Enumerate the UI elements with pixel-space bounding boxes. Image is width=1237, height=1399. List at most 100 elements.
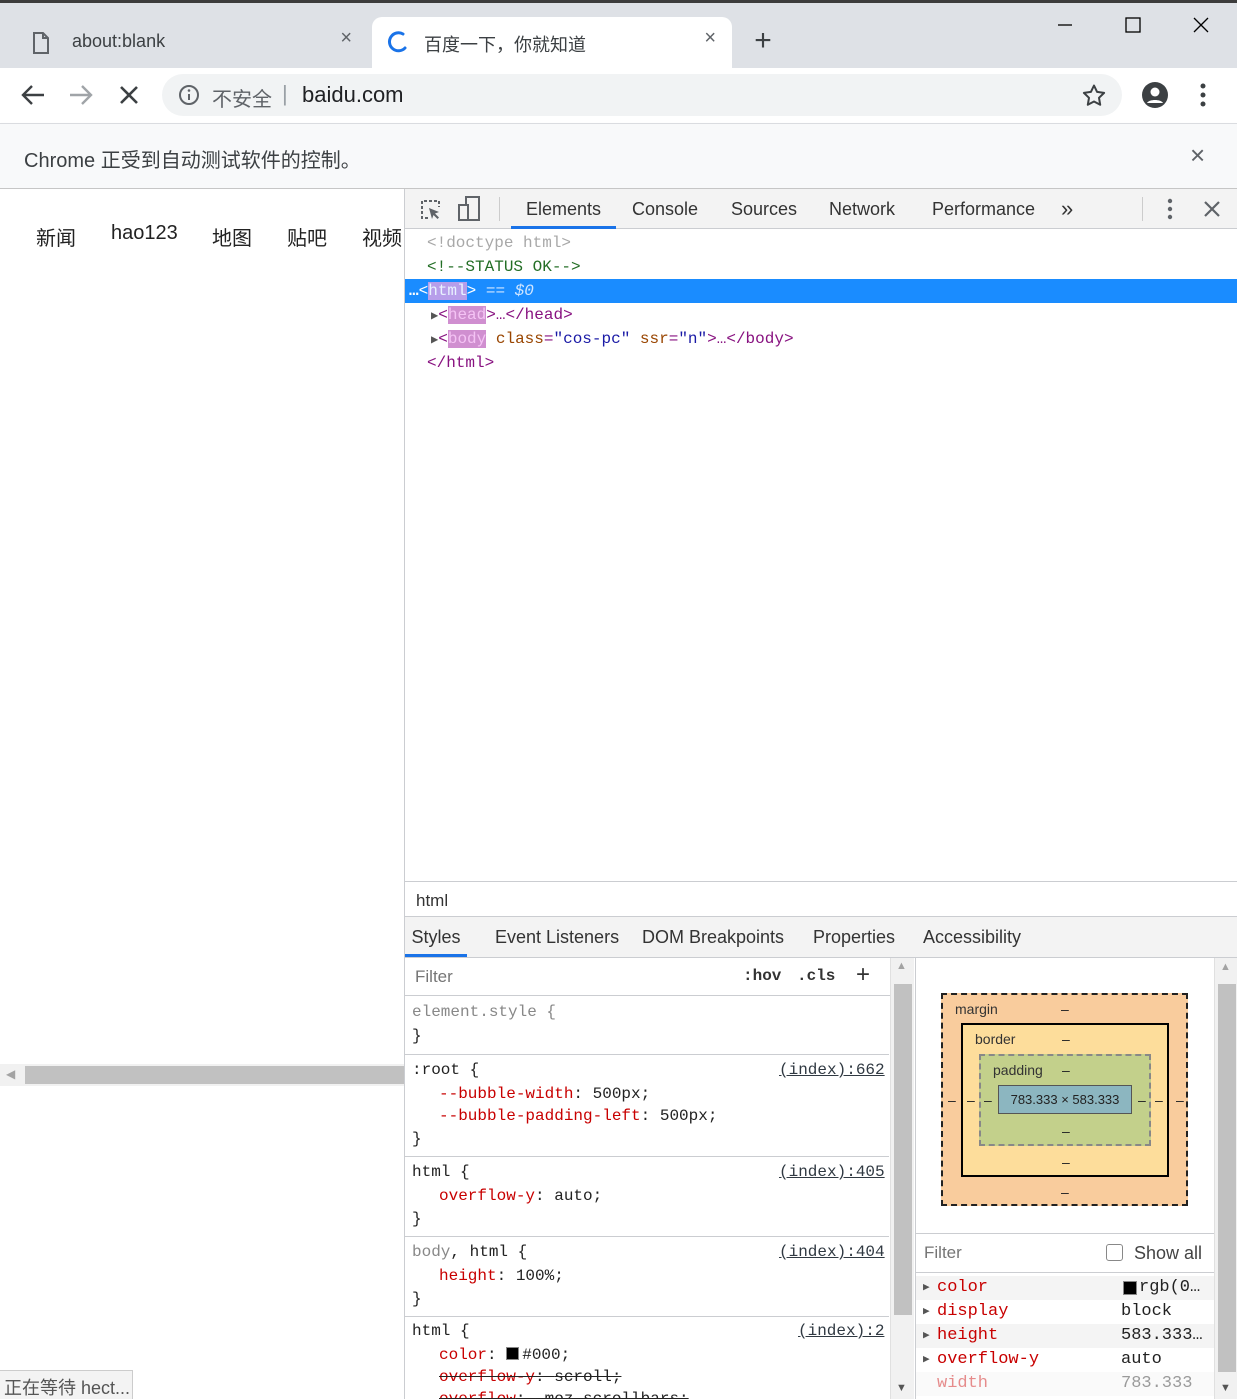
nav-link-video[interactable]: 视频 <box>362 222 402 251</box>
styles-scrollbar[interactable]: ▲ ▼ <box>890 958 914 1399</box>
subtab-dom-breakpoints[interactable]: DOM Breakpoints <box>642 917 784 957</box>
css-prop-name[interactable]: overflow-y <box>439 1368 535 1386</box>
margin-left-value[interactable]: – <box>948 1092 956 1108</box>
computed-row[interactable]: width 783.333 <box>916 1372 1214 1396</box>
new-tab-button[interactable]: + <box>744 22 782 60</box>
forward-arrow-icon[interactable] <box>68 83 94 107</box>
minimize-button[interactable] <box>1031 0 1099 50</box>
computed-row[interactable]: ▶ height 583.333… <box>916 1324 1214 1348</box>
box-model-padding[interactable]: padding – – – – 783.333 × 583.333 <box>979 1054 1151 1146</box>
devtools-menu-icon[interactable] <box>1165 198 1175 220</box>
cls-button[interactable]: .cls <box>797 967 835 985</box>
css-prop-name[interactable]: color <box>439 1346 487 1364</box>
tab-sources[interactable]: Sources <box>731 189 797 229</box>
rule-selector-part[interactable]: , html { <box>450 1243 527 1261</box>
rule-selector[interactable]: html { <box>412 1163 470 1181</box>
border-bottom-value[interactable]: – <box>1062 1154 1070 1170</box>
horizontal-scrollbar[interactable]: ◀ <box>0 1064 404 1086</box>
box-model-border[interactable]: border – – – – padding – – – – 783.333 ×… <box>961 1023 1169 1177</box>
nav-link-news[interactable]: 新闻 <box>36 222 76 251</box>
dom-doctype[interactable]: <!doctype html> <box>427 231 571 255</box>
tab-about-blank[interactable]: about:blank × <box>14 17 368 68</box>
computed-row[interactable]: ▶ display block <box>916 1300 1214 1324</box>
computed-row[interactable]: ▶ color rgb(0… <box>916 1276 1214 1300</box>
css-prop-value[interactable]: 500px; <box>593 1085 651 1103</box>
dom-html-close[interactable]: </html> <box>427 351 494 375</box>
padding-top-value[interactable]: – <box>1062 1062 1070 1078</box>
bookmark-star-icon[interactable] <box>1082 84 1106 106</box>
url-text[interactable]: baidu.com <box>302 82 404 108</box>
css-prop-value[interactable]: 100%; <box>516 1267 564 1285</box>
scroll-left-icon[interactable]: ◀ <box>6 1067 15 1081</box>
dom-comment[interactable]: <!--STATUS OK--> <box>427 255 581 279</box>
rule-selector-part[interactable]: body <box>412 1243 450 1261</box>
close-window-button[interactable] <box>1167 0 1235 50</box>
margin-top-value[interactable]: – <box>1061 1001 1069 1017</box>
tab-close-icon[interactable]: × <box>340 27 352 50</box>
styles-filter-input[interactable] <box>411 962 727 992</box>
subtab-properties[interactable]: Properties <box>813 917 895 957</box>
scrollbar-thumb[interactable] <box>1218 984 1236 1372</box>
rule-selector[interactable]: html { <box>412 1322 470 1340</box>
margin-right-value[interactable]: – <box>1176 1092 1184 1108</box>
subtab-accessibility[interactable]: Accessibility <box>923 917 1021 957</box>
box-model-content[interactable]: 783.333 × 583.333 <box>998 1085 1132 1114</box>
tab-close-icon[interactable]: × <box>704 27 716 50</box>
nav-link-map[interactable]: 地图 <box>212 222 252 251</box>
tab-baidu[interactable]: 百度一下，你就知道 × <box>372 17 732 68</box>
tab-elements[interactable]: Elements <box>511 189 616 229</box>
padding-left-value[interactable]: – <box>984 1092 992 1108</box>
rule-source-link[interactable]: (index):404 <box>779 1243 885 1261</box>
tab-console[interactable]: Console <box>632 189 698 229</box>
info-icon[interactable] <box>178 84 200 106</box>
rule-selector[interactable]: :root { <box>412 1061 479 1079</box>
css-prop-name[interactable]: overflow-y <box>439 1187 535 1205</box>
css-prop-value[interactable]: auto; <box>554 1187 602 1205</box>
dom-node-head[interactable]: ▶<head>…</head> <box>431 303 573 327</box>
color-swatch[interactable] <box>506 1347 520 1360</box>
omnibox[interactable]: 不安全 | baidu.com <box>162 74 1122 116</box>
scrollbar-thumb[interactable] <box>894 984 912 1315</box>
padding-bottom-value[interactable]: – <box>1062 1123 1070 1139</box>
css-prop-value[interactable]: #000; <box>522 1346 570 1364</box>
css-prop-name[interactable]: --bubble-padding-left <box>439 1107 641 1125</box>
infobar-close-icon[interactable]: × <box>1190 140 1205 171</box>
menu-kebab-icon[interactable] <box>1197 82 1209 108</box>
devtools-close-icon[interactable] <box>1203 200 1221 218</box>
device-toolbar-icon[interactable] <box>457 196 481 222</box>
computed-row[interactable]: ▶ overflow-y auto <box>916 1348 1214 1372</box>
nav-link-hao123[interactable]: hao123 <box>111 222 178 245</box>
rule-selector[interactable]: element.style { <box>412 1003 556 1021</box>
css-prop-value[interactable]: scroll; <box>554 1368 621 1386</box>
border-right-value[interactable]: – <box>1155 1092 1163 1108</box>
computed-filter-input[interactable] <box>920 1239 1080 1267</box>
css-prop-value[interactable]: 500px; <box>660 1107 718 1125</box>
subtab-event-listeners[interactable]: Event Listeners <box>495 917 619 957</box>
dom-node-html-selected[interactable]: …<html> == $0 <box>405 279 1237 303</box>
tab-network[interactable]: Network <box>829 189 895 229</box>
color-swatch[interactable] <box>1123 1281 1137 1295</box>
margin-bottom-value[interactable]: – <box>1061 1184 1069 1200</box>
css-prop-name[interactable]: height <box>439 1267 497 1285</box>
css-prop-name[interactable]: overflow <box>439 1390 516 1399</box>
scrollbar-thumb[interactable] <box>25 1066 404 1084</box>
inspect-element-icon[interactable] <box>419 198 443 222</box>
box-model-margin[interactable]: margin – – – – border – – – – padding – … <box>941 993 1188 1206</box>
more-tabs-icon[interactable]: » <box>1061 189 1073 229</box>
padding-right-value[interactable]: – <box>1138 1092 1146 1108</box>
stop-loading-icon[interactable] <box>118 84 140 106</box>
maximize-button[interactable] <box>1099 0 1167 50</box>
css-prop-name[interactable]: --bubble-width <box>439 1085 573 1103</box>
css-prop-value[interactable]: -moz-scrollbars; <box>535 1390 689 1399</box>
rule-source-link[interactable]: (index):405 <box>779 1163 885 1181</box>
computed-scrollbar[interactable]: ▲ ▼ <box>1214 958 1237 1399</box>
show-all-checkbox[interactable] <box>1106 1244 1123 1261</box>
dom-node-body[interactable]: ▶<body class="cos-pc" ssr="n">…</body> <box>431 327 794 351</box>
subtab-styles[interactable]: Styles <box>405 917 467 957</box>
breadcrumb-html[interactable]: html <box>416 891 448 911</box>
rule-source-link[interactable]: (index):2 <box>798 1322 884 1340</box>
new-style-rule-button[interactable]: + <box>856 961 870 989</box>
nav-link-tieba[interactable]: 贴吧 <box>287 222 327 251</box>
rule-source-link[interactable]: (index):662 <box>779 1061 885 1079</box>
tab-performance[interactable]: Performance <box>932 189 1035 229</box>
